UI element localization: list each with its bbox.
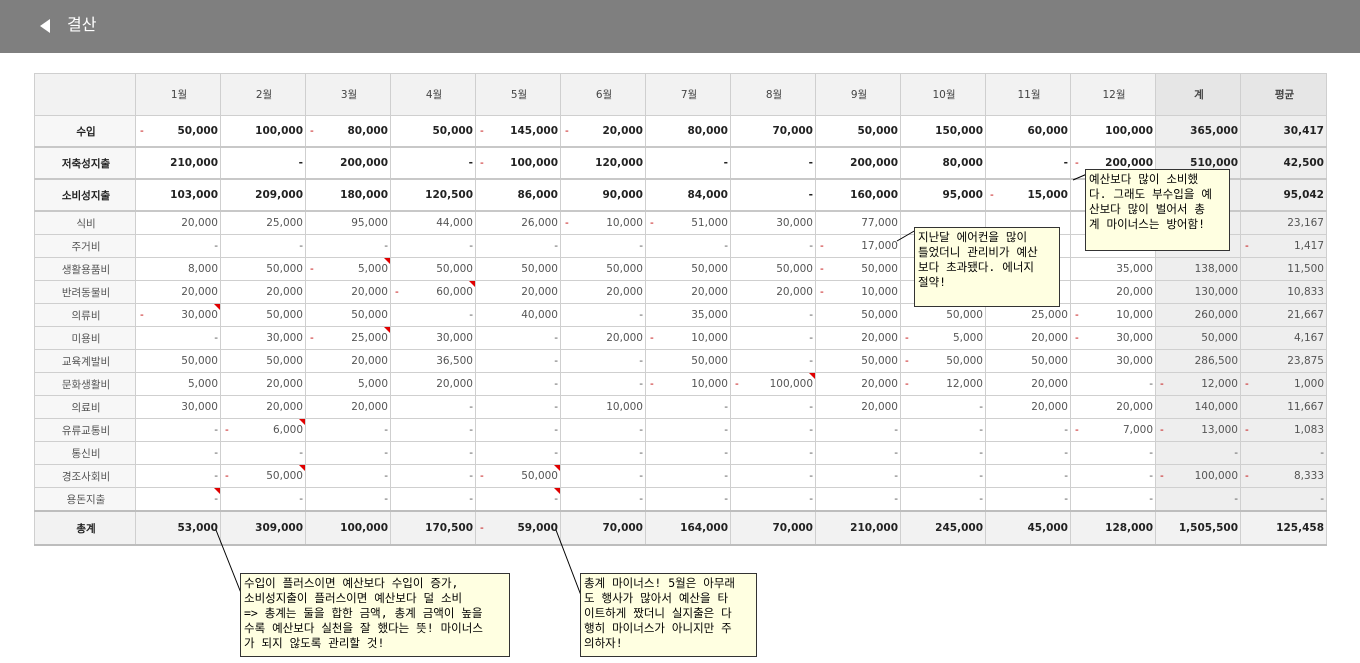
note-aircon: 지난달 에어컨을 많이 틀었더니 관리비가 예산 보다 초과됐다. 에너지 절약… <box>914 227 1060 307</box>
callout-lines <box>215 173 1088 599</box>
note-overspend: 예산보다 많이 소비했 다. 그래도 부수입을 예 산보다 많이 벌어서 총 계… <box>1085 169 1230 251</box>
note-total-explanation: 수입이 플러스이면 예산보다 수입이 증가, 소비성지출이 플러스이면 예산보다… <box>240 573 510 657</box>
note-may-total: 총계 마이너스! 5월은 아무래 도 행사가 많아서 예산을 타 이트하게 짰더… <box>580 573 757 657</box>
